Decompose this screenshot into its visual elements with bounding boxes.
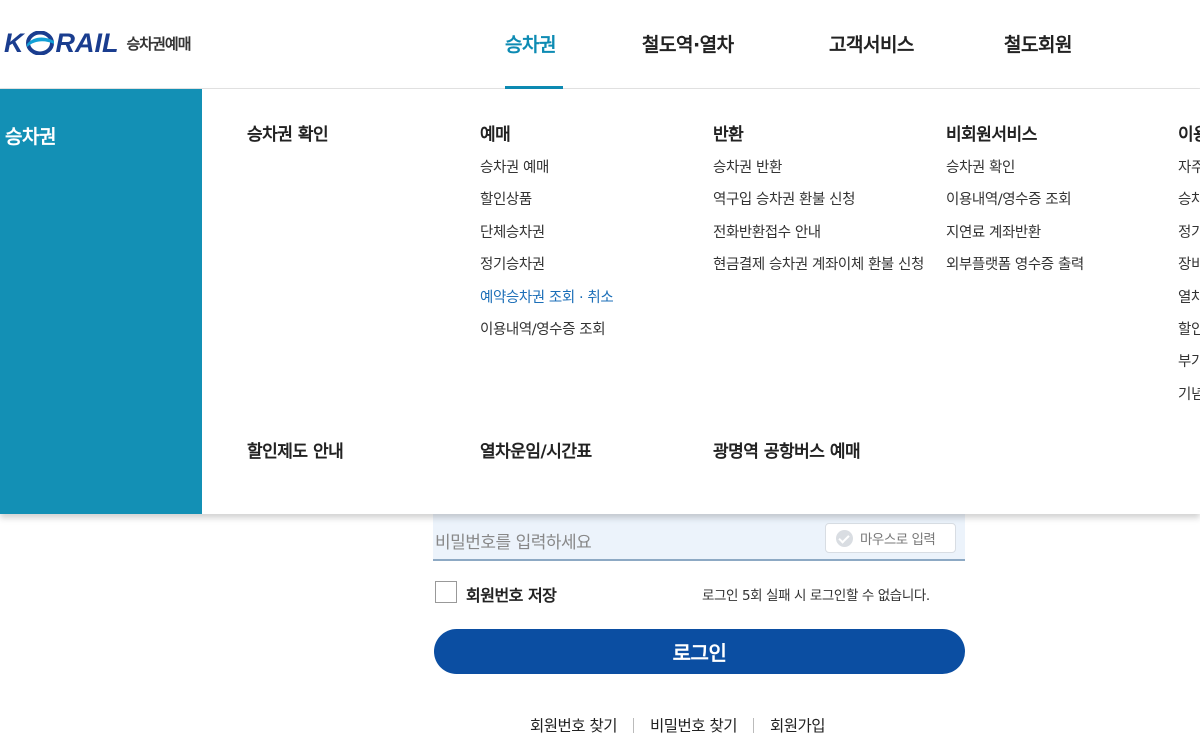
sign-up-link[interactable]: 회원가입	[770, 714, 826, 736]
mega-menu-side-title: 승차권	[5, 126, 56, 148]
password-field[interactable]: 비밀번호를 입력하세요 마우스로 입력	[433, 514, 965, 561]
menu-column-non-member: 비회원서비스 승차권 확인 이용내역/영수증 조회 지연료 계좌반환 외부플랫폼…	[946, 120, 1084, 282]
link-divider	[633, 717, 634, 733]
find-member-number-link[interactable]: 회원번호 찾기	[530, 714, 618, 736]
menu-heading-usage[interactable]: 이용	[1178, 120, 1200, 145]
gnb-item-customer-service[interactable]: 고객서비스	[829, 30, 914, 57]
logo-wordmark: K RAIL	[4, 27, 119, 58]
menu-heading-discount-guide[interactable]: 할인제도 안내	[247, 437, 344, 462]
menu-column-airport-bus: 광명역 공항버스 예매	[713, 437, 861, 462]
menu-item-usage-2[interactable]: 승차	[1178, 184, 1200, 216]
header: K RAIL 승차권예매 승차권 철도역·열차 고객서비스 철도회원	[0, 0, 1200, 89]
link-divider	[753, 717, 754, 733]
menu-item-station-refund-request[interactable]: 역구입 승차권 환불 신청	[713, 184, 928, 216]
menu-item-usage-receipt[interactable]: 이용내역/영수증 조회	[480, 314, 613, 346]
check-circle-icon	[836, 529, 853, 547]
menu-item-usage-4[interactable]: 장비	[1178, 249, 1200, 281]
logo-o-emblem-icon	[25, 30, 55, 56]
menu-column-reservation: 예매 승차권 예매 할인상품 단체승차권 정기승차권 예약승차권 조회 · 취소…	[480, 120, 614, 346]
menu-heading-reservation[interactable]: 예매	[480, 120, 613, 145]
menu-column-fare-timetable: 열차운임/시간표	[480, 437, 592, 462]
find-password-link[interactable]: 비밀번호 찾기	[650, 714, 738, 736]
korail-logo[interactable]: K RAIL 승차권예매	[4, 26, 192, 60]
menu-item-usage-3[interactable]: 정기	[1178, 217, 1200, 249]
save-member-number-checkbox[interactable]	[435, 581, 457, 603]
menu-heading-fare-timetable[interactable]: 열차운임/시간표	[480, 437, 592, 462]
save-member-number-label[interactable]: 회원번호 저장	[466, 582, 557, 606]
menu-item-delay-fee-refund[interactable]: 지연료 계좌반환	[946, 217, 1084, 249]
mega-menu-side-panel: 승차권	[0, 89, 202, 514]
menu-item-season-tickets[interactable]: 정기승차권	[480, 249, 613, 281]
menu-heading-non-member[interactable]: 비회원서비스	[946, 120, 1084, 145]
login-button[interactable]: 로그인	[434, 629, 965, 674]
gnb-item-stations-trains[interactable]: 철도역·열차	[642, 30, 734, 57]
menu-column-ticket-check: 승차권 확인	[247, 120, 329, 145]
logo-subtitle: 승차권예매	[126, 34, 192, 53]
menu-heading-airport-bus[interactable]: 광명역 공항버스 예매	[713, 437, 861, 462]
login-fail-notice: 로그인 5회 실패 시 로그인할 수 없습니다.	[702, 588, 930, 604]
mouse-input-label: 마우스로 입력	[860, 532, 936, 548]
menu-item-usage-6[interactable]: 할인	[1178, 314, 1200, 346]
gnb-item-membership[interactable]: 철도회원	[1004, 30, 1072, 57]
menu-item-usage-5[interactable]: 열차	[1178, 282, 1200, 314]
menu-column-usage: 이용 자주 승차 정기 장비 열차 할인 부가 기념	[1178, 120, 1200, 411]
menu-item-phone-refund-guide[interactable]: 전화반환접수 안내	[713, 217, 928, 249]
menu-item-nm-usage-receipt[interactable]: 이용내역/영수증 조회	[946, 184, 1084, 216]
account-links: 회원번호 찾기 비밀번호 찾기 회원가입	[530, 714, 826, 736]
gnb-item-tickets[interactable]: 승차권	[505, 30, 556, 57]
menu-item-usage-7[interactable]: 부가	[1178, 346, 1200, 378]
mega-menu-dropdown: 승차권 승차권 확인 예매 승차권 예매 할인상품 단체승차권 정기승차권 예약…	[0, 89, 1200, 514]
password-placeholder: 비밀번호를 입력하세요	[435, 533, 592, 553]
menu-item-ticket-refund[interactable]: 승차권 반환	[713, 152, 928, 184]
menu-column-refund: 반환 승차권 반환 역구입 승차권 환불 신청 전화반환접수 안내 현금결제 승…	[713, 120, 928, 281]
menu-item-external-receipt[interactable]: 외부플랫폼 영수증 출력	[946, 249, 1084, 281]
menu-item-cash-transfer-refund[interactable]: 현금결제 승차권 계좌이체 환불 신청	[713, 249, 928, 281]
menu-item-group-tickets[interactable]: 단체승차권	[480, 217, 613, 249]
menu-heading-refund[interactable]: 반환	[713, 120, 928, 145]
menu-item-reservation-lookup-cancel[interactable]: 예약승차권 조회 · 취소	[480, 282, 614, 314]
menu-item-ticket-reservation[interactable]: 승차권 예매	[480, 152, 613, 184]
menu-column-discount-guide: 할인제도 안내	[247, 437, 344, 462]
menu-item-usage-1[interactable]: 자주	[1178, 152, 1200, 184]
menu-item-discount-products[interactable]: 할인상품	[480, 184, 613, 216]
menu-item-usage-8[interactable]: 기념	[1178, 379, 1200, 411]
menu-item-nm-ticket-check[interactable]: 승차권 확인	[946, 152, 1084, 184]
menu-heading-ticket-check[interactable]: 승차권 확인	[247, 120, 329, 145]
mouse-input-button[interactable]: 마우스로 입력	[825, 523, 956, 553]
